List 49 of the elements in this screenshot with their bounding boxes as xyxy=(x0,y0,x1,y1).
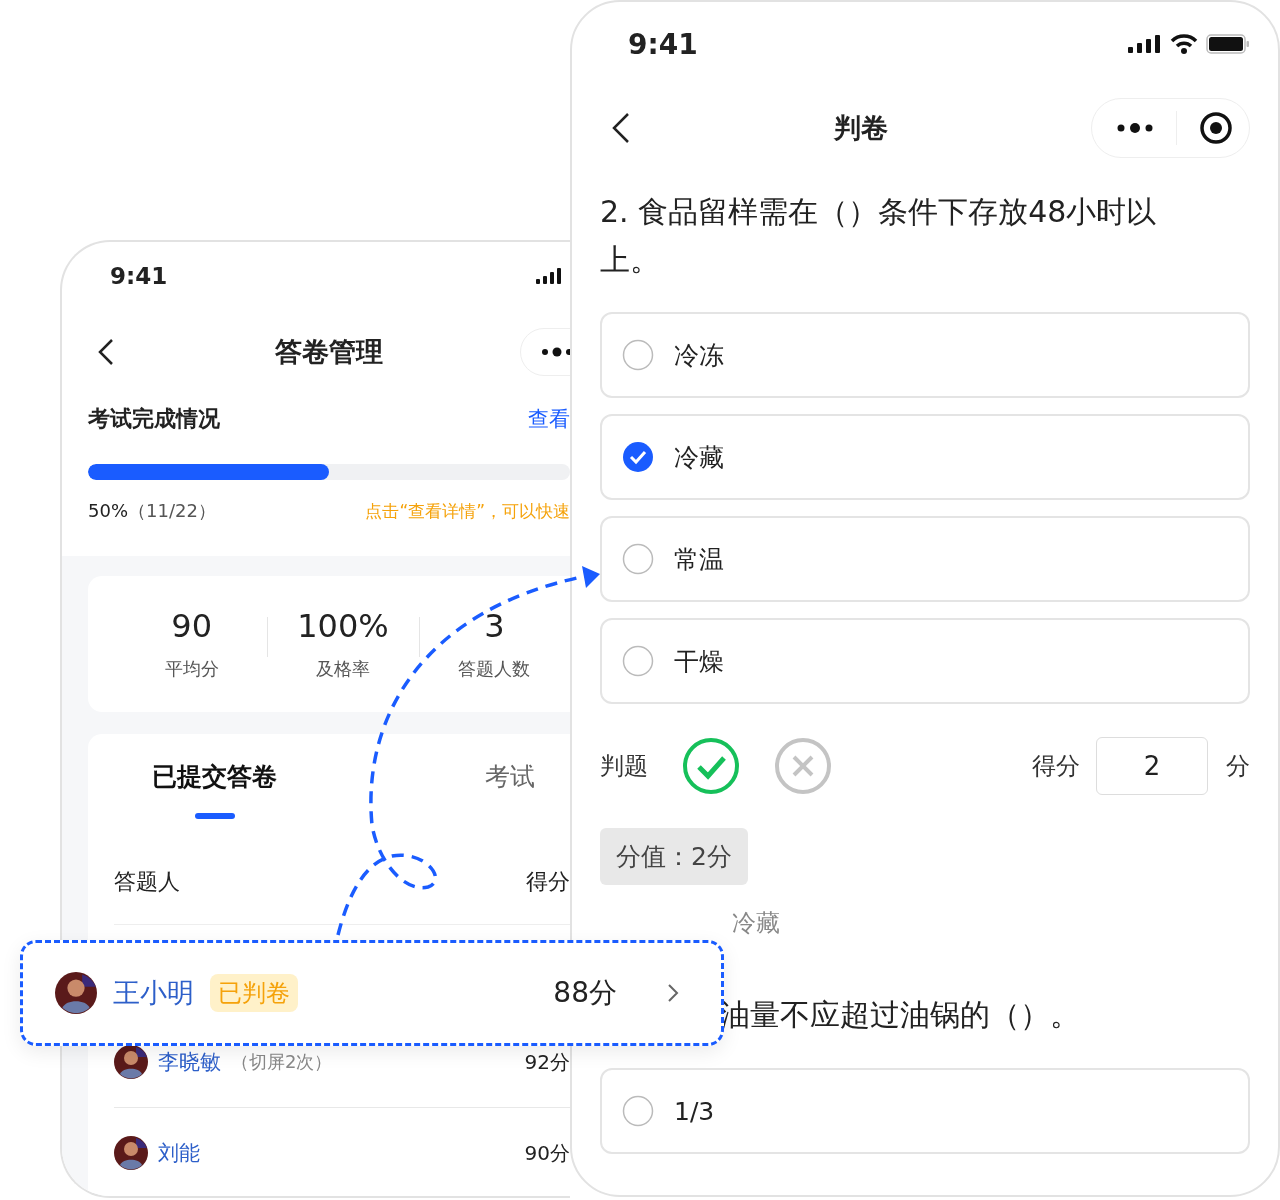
highlighted-row[interactable]: 王小明 已判卷 88分 xyxy=(20,940,724,1046)
signal-icon xyxy=(1128,35,1162,53)
score-text: 90分 xyxy=(524,1139,570,1167)
score-text: 88分 xyxy=(553,975,617,1011)
back-icon[interactable] xyxy=(612,112,630,144)
column-header: 答题人 xyxy=(114,868,180,896)
stat-value: 3 xyxy=(484,607,505,645)
score-text: 92分 xyxy=(524,1048,570,1076)
stat-label: 答题人数 xyxy=(458,657,531,681)
stat-label: 平均分 xyxy=(164,657,219,681)
person-name[interactable]: 李晓敏 xyxy=(158,1048,221,1076)
chevron-right-icon xyxy=(667,983,679,1003)
battery-icon xyxy=(1206,34,1250,54)
more-icon[interactable] xyxy=(1116,122,1154,134)
score-label: 得分 xyxy=(1032,751,1080,782)
option-item[interactable]: 冷藏 xyxy=(600,414,1250,500)
page-title: 答卷管理 xyxy=(275,335,383,369)
column-header: 得分 xyxy=(526,868,570,896)
option-item[interactable]: 干燥 xyxy=(600,618,1250,704)
page-title: 判卷 xyxy=(833,111,888,145)
view-details-link[interactable]: 查看 xyxy=(528,405,570,433)
target-icon[interactable] xyxy=(1199,111,1233,145)
stat-value: 90 xyxy=(171,607,212,645)
more-icon xyxy=(541,347,570,357)
judge-label: 判题 xyxy=(600,751,648,782)
status-time: 9:41 xyxy=(627,27,698,61)
back-icon[interactable] xyxy=(98,338,114,366)
points-tag: 分值：2分 xyxy=(600,828,748,885)
person-name: 王小明 xyxy=(113,976,194,1010)
status-time: 9:41 xyxy=(110,263,168,289)
option-item[interactable]: 冷冻 xyxy=(600,312,1250,398)
progress-text: 50%（11/22） xyxy=(88,499,216,523)
person-name[interactable]: 刘能 xyxy=(158,1139,200,1167)
tab[interactable]: 考试 xyxy=(447,756,535,793)
stat-value: 100% xyxy=(297,607,389,645)
unit-label: 分 xyxy=(1226,751,1250,782)
wifi-icon xyxy=(1170,34,1198,54)
check-circle-icon[interactable] xyxy=(682,737,740,795)
section-title: 考试完成情况 xyxy=(88,405,220,433)
question-text: 2. 食品留样需在（）条件下存放48小时以上。 xyxy=(600,193,1158,279)
note-text: （切屏2次） xyxy=(231,1050,333,1074)
answer-text: 冷藏 xyxy=(732,909,780,937)
option-item[interactable]: 1/3 xyxy=(600,1068,1250,1154)
tab[interactable]: 已提交答卷 xyxy=(114,756,315,819)
hint-text: 点击“查看详情”，可以快速 xyxy=(365,499,570,523)
option-item[interactable]: 常温 xyxy=(600,516,1250,602)
status-badge: 已判卷 xyxy=(210,974,298,1012)
score-input[interactable]: 2 xyxy=(1096,737,1208,795)
stat-label: 及格率 xyxy=(316,657,370,681)
